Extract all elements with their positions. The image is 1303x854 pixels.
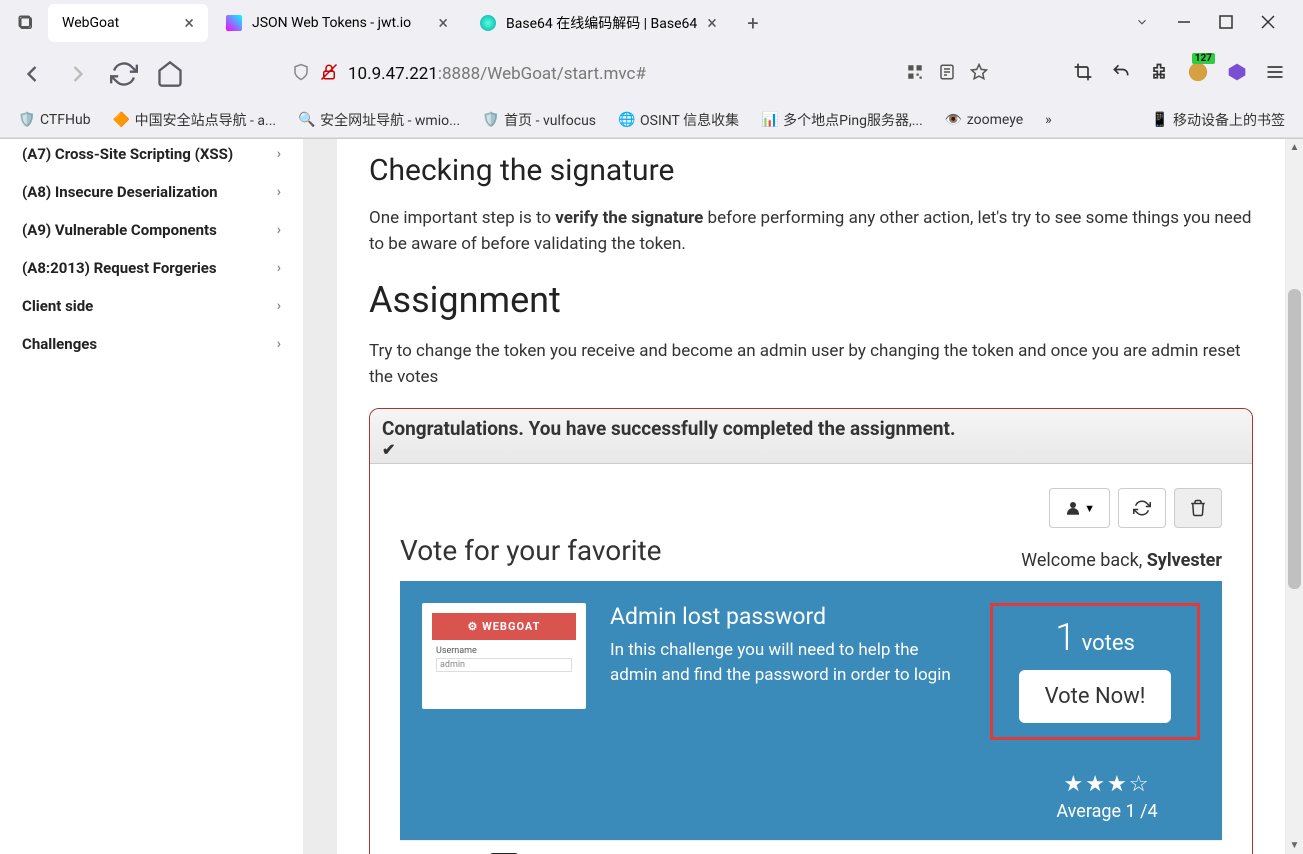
scroll-down-icon[interactable]: ▼ [1286,837,1303,854]
list-tabs-icon[interactable] [1135,14,1149,33]
assignment-panel: Congratulations. You have successfully c… [369,408,1253,854]
shield-icon[interactable] [292,63,310,85]
crop-icon[interactable] [1073,62,1093,86]
bookmark-icon: 🌐 [618,112,634,128]
reader-icon[interactable] [938,63,956,85]
checkmark-icon: ✔ [382,440,1240,459]
bookmark-item[interactable]: 🔍安全网址导航 - wmio... [298,110,460,130]
paragraph: Try to change the token you receive and … [369,339,1253,390]
refresh-button[interactable] [1118,488,1166,528]
sidebar-item-a8-2013[interactable]: (A8:2013) Request Forgeries› [0,249,303,287]
bookmark-icon: 🛡️ [482,112,498,128]
scrollbar[interactable]: ▲ ▼ [1286,139,1303,854]
close-icon[interactable]: × [184,13,194,34]
close-window-icon[interactable] [1261,14,1275,33]
heading-assignment: Assignment [369,279,1253,321]
vote-box: 1 votes Vote Now! [990,603,1200,740]
sidebar-item-client[interactable]: Client side› [0,287,303,325]
menu-icon[interactable] [1265,62,1285,86]
chevron-right-icon: › [277,222,281,238]
heading-signature: Checking the signature [369,153,1253,188]
toolbar: 10.9.47.221:8888/WebGoat/start.mvc# 127 [0,46,1303,102]
extension-purple-icon[interactable] [1227,62,1247,86]
tab-title: JSON Web Tokens - jwt.io [252,15,411,31]
bookmarks-bar: 🛡️CTFHub 🔶中国安全站点导航 - a... 🔍安全网址导航 - wmio… [0,102,1303,138]
bookmark-item[interactable]: 🔶中国安全站点导航 - a... [113,110,277,130]
favicon-icon [480,15,496,31]
card-description: In this challenge you will need to help … [610,638,966,687]
paragraph: One important step is to verify the sign… [369,206,1253,257]
reload-icon[interactable] [110,60,138,88]
bookmark-icon: 🔶 [113,112,129,128]
bookmark-icon: 🛡️ [18,112,34,128]
tab-jwtio[interactable]: JSON Web Tokens - jwt.io × [212,4,462,42]
tab-title: WebGoat [62,15,119,31]
bookmark-item[interactable]: 👁️zoomeye [945,112,1023,128]
success-banner: Congratulations. You have successfully c… [370,409,1252,464]
tab-title: Base64 在线编码解码 | Base64 [506,13,697,33]
sidebar-item-a9[interactable]: (A9) Vulnerable Components› [0,211,303,249]
tab-bar: WebGoat × JSON Web Tokens - jwt.io × Bas… [0,0,1303,46]
chevron-right-icon: › [277,184,281,200]
back-icon[interactable] [18,60,46,88]
url-text: 10.9.47.221:8888/WebGoat/start.mvc# [348,64,646,84]
extensions-icon[interactable] [1149,62,1169,86]
bookmark-item[interactable]: 📊多个地点Ping服务器,... [761,110,923,130]
minimize-icon[interactable] [1177,14,1191,33]
bookmark-icon: 📊 [761,112,777,128]
vote-now-button[interactable]: Vote Now! [1019,670,1172,723]
vote-count: 1 votes [1013,616,1177,660]
main-area: Checking the signature One important ste… [303,139,1303,854]
chevron-right-icon: › [277,336,281,352]
extension-badge-icon[interactable]: 127 [1187,61,1209,87]
recent-tabs-icon[interactable] [8,5,44,41]
sidebar-item-a7[interactable]: (A7) Cross-Site Scripting (XSS)› [0,145,303,173]
close-icon[interactable]: × [438,13,448,34]
rating: ★★★☆ Average 1 /4 [992,762,1222,840]
user-dropdown-button[interactable]: ▼ [1049,488,1110,528]
vote-card: Samsung Galaxy Get it for free [400,840,1222,854]
bookmark-item[interactable]: 🌐OSINT 信息收集 [618,110,739,130]
home-icon[interactable] [156,60,184,88]
sidebar: (A7) Cross-Site Scripting (XSS)› (A8) In… [0,139,303,854]
browser-chrome: WebGoat × JSON Web Tokens - jwt.io × Bas… [0,0,1303,139]
average-text: Average 1 /4 [992,801,1222,822]
bookmark-star-icon[interactable] [970,63,988,85]
tab-webgoat[interactable]: WebGoat × [48,4,208,42]
bookmark-item[interactable]: 📱移动设备上的书签 [1151,110,1285,130]
window-controls [1135,14,1295,33]
bookmark-item[interactable]: 🛡️CTFHub [18,112,91,128]
scroll-up-icon[interactable]: ▲ [1286,139,1303,156]
tab-base64[interactable]: Base64 在线编码解码 | Base64 × [466,4,731,42]
welcome-text: Welcome back, Sylvester [1021,550,1222,571]
sidebar-item-a8[interactable]: (A8) Insecure Deserialization› [0,173,303,211]
bookmark-icon: 👁️ [945,112,961,128]
forward-icon [64,60,92,88]
stars-icon: ★★★☆ [992,772,1222,797]
overflow-icon[interactable]: » [1045,112,1052,128]
vote-card: ⚙ WEBGOAT Username admin Admin lost pass… [400,581,1222,762]
chevron-right-icon: › [277,260,281,276]
qr-icon[interactable] [906,63,924,85]
favicon-icon [226,15,242,31]
delete-button[interactable] [1174,488,1222,528]
bookmark-icon: 🔍 [298,112,314,128]
card-title: Admin lost password [610,603,966,630]
vote-title: Vote for your favorite [400,534,662,567]
chevron-right-icon: › [277,146,281,162]
new-tab-button[interactable]: + [735,5,771,41]
mobile-icon: 📱 [1151,112,1167,128]
bookmark-item[interactable]: 🛡️首页 - vulfocus [482,110,596,130]
close-icon[interactable]: × [707,13,717,34]
sidebar-item-challenges[interactable]: Challenges› [0,325,303,363]
maximize-icon[interactable] [1219,14,1233,33]
insecure-icon[interactable] [320,63,338,85]
scrollbar-thumb[interactable] [1288,289,1301,589]
url-bar[interactable]: 10.9.47.221:8888/WebGoat/start.mvc# [280,54,1000,94]
page-content: (A7) Cross-Site Scripting (XSS)› (A8) In… [0,139,1303,854]
undo-icon[interactable] [1111,62,1131,86]
thumbnail: ⚙ WEBGOAT Username admin [422,603,586,709]
chevron-right-icon: › [277,298,281,314]
